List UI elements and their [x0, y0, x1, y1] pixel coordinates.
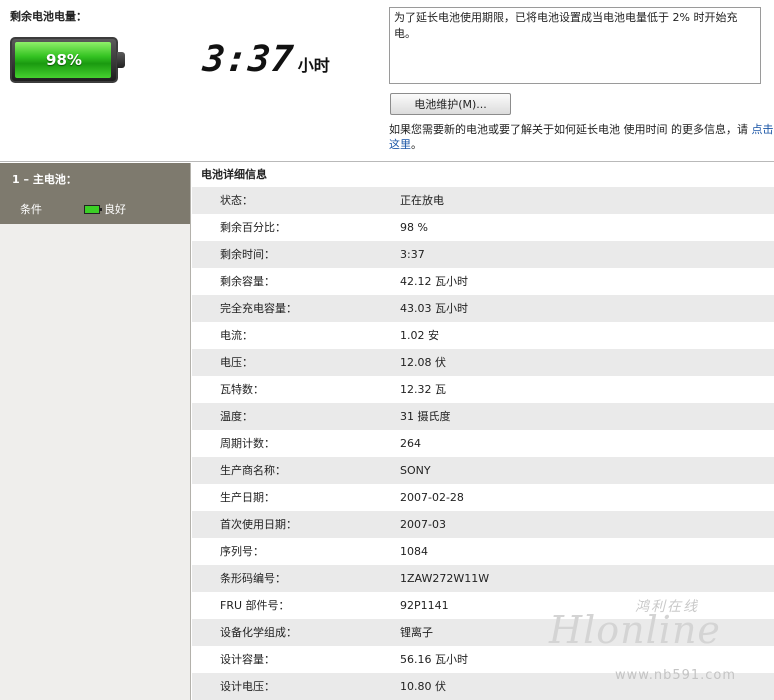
- row-label: 剩余容量：: [220, 275, 275, 288]
- table-row: 剩余容量： 42.12 瓦小时: [192, 268, 774, 295]
- row-value: 3:37: [400, 248, 425, 261]
- remaining-time-unit: 小时: [297, 56, 330, 75]
- row-value: SONY: [400, 464, 431, 477]
- table-row: 设计电压： 10.80 伏: [192, 673, 774, 700]
- battery-info-tail: 。: [411, 138, 422, 151]
- row-value: 1084: [400, 545, 428, 558]
- details-table: 状态： 正在放电剩余百分比： 98 % 剩余时间： 3:37 剩余容量： 42.12 瓦小时…: [192, 187, 774, 700]
- row-value: 42.12 瓦小时: [400, 275, 468, 288]
- table-row: 首次使用日期： 2007-03: [192, 511, 774, 538]
- row-value: 锂离子: [400, 626, 433, 639]
- row-value: 31 摄氏度: [400, 410, 451, 423]
- row-label: FRU 部件号：: [220, 599, 290, 612]
- battery-summary-panel: 剩余电池电量： 98% 3:37 小时 为了延长电池使用期限，已将电池设置成当电…: [0, 0, 774, 162]
- table-row: 设备化学组成： 锂离子: [192, 619, 774, 646]
- remaining-charge-label: 剩余电池电量：: [10, 10, 87, 23]
- table-row: 瓦特数： 12.32 瓦: [192, 376, 774, 403]
- row-label: 条形码编号：: [220, 572, 286, 585]
- row-value: 56.16 瓦小时: [400, 653, 468, 666]
- remaining-time: 3:37 小时: [200, 38, 330, 80]
- row-label: 状态：: [220, 194, 253, 207]
- battery-gauge-icon: 98%: [10, 37, 118, 83]
- row-value: 1ZAW272W11W: [400, 572, 490, 585]
- sidebar-item-main-battery[interactable]: 1 – 主电池： 条件 良好: [0, 163, 190, 224]
- battery-maintenance-button[interactable]: 电池维护(M)...: [390, 93, 511, 115]
- row-label: 设计电压：: [220, 680, 275, 693]
- table-row: 完全充电容量： 43.03 瓦小时: [192, 295, 774, 322]
- row-label: 设计容量：: [220, 653, 275, 666]
- row-value: 10.80 伏: [400, 680, 446, 693]
- row-value: 12.32 瓦: [400, 383, 446, 396]
- table-row: 状态： 正在放电: [192, 187, 774, 214]
- remaining-time-value: 3:37: [200, 39, 296, 80]
- battery-info-body: 如果您需要新的电池或要了解关于如何延长电池 使用时间 的更多信息，请: [389, 123, 752, 136]
- row-label: 设备化学组成：: [220, 626, 297, 639]
- row-value: 92P1141: [400, 599, 449, 612]
- row-label: 瓦特数：: [220, 383, 264, 396]
- row-label: 温度：: [220, 410, 253, 423]
- charge-threshold-notice: 为了延长电池使用期限，已将电池设置成当电池电量低于 2% 时开始充电。: [389, 7, 761, 84]
- row-label: 生产商名称：: [220, 464, 286, 477]
- battery-info-text: 如果您需要新的电池或要了解关于如何延长电池 使用时间 的更多信息，请 点击这里。: [389, 122, 774, 152]
- row-label: 首次使用日期：: [220, 518, 297, 531]
- row-value: 1.02 安: [400, 329, 439, 342]
- battery-list-sidebar: 1 – 主电池： 条件 良好: [0, 163, 191, 700]
- row-label: 剩余时间：: [220, 248, 275, 261]
- table-row: 剩余百分比： 98 %: [192, 214, 774, 241]
- condition-label: 条件: [20, 203, 42, 216]
- row-label: 电压：: [220, 356, 253, 369]
- battery-percent: 98%: [46, 51, 82, 69]
- table-row: FRU 部件号： 92P1141: [192, 592, 774, 619]
- table-row: 生产日期： 2007-02-28: [192, 484, 774, 511]
- table-row: 电流： 1.02 安: [192, 322, 774, 349]
- row-label: 剩余百分比：: [220, 221, 286, 234]
- row-value: 98 %: [400, 221, 428, 234]
- table-row: 生产商名称： SONY: [192, 457, 774, 484]
- table-row: 温度： 31 摄氏度: [192, 403, 774, 430]
- row-label: 生产日期：: [220, 491, 275, 504]
- condition-value: 良好: [104, 203, 126, 216]
- row-value: 2007-03: [400, 518, 446, 531]
- battery-small-icon: [84, 204, 102, 214]
- row-label: 周期计数：: [220, 437, 275, 450]
- table-row: 设计容量： 56.16 瓦小时: [192, 646, 774, 673]
- table-row: 条形码编号： 1ZAW272W11W: [192, 565, 774, 592]
- row-label: 电流：: [220, 329, 253, 342]
- row-label: 完全充电容量：: [220, 302, 297, 315]
- row-value: 12.08 伏: [400, 356, 446, 369]
- battery-details-panel: 电池详细信息 状态： 正在放电剩余百分比： 98 % 剩余时间： 3:37 剩余容量： 42…: [192, 163, 774, 700]
- row-value: 264: [400, 437, 421, 450]
- table-row: 序列号： 1084: [192, 538, 774, 565]
- table-row: 剩余时间： 3:37: [192, 241, 774, 268]
- row-label: 序列号：: [220, 545, 264, 558]
- battery-condition: 条件 良好: [12, 201, 178, 217]
- table-row: 电压： 12.08 伏: [192, 349, 774, 376]
- table-row: 周期计数： 264: [192, 430, 774, 457]
- row-value: 2007-02-28: [400, 491, 464, 504]
- row-value: 正在放电: [400, 194, 444, 207]
- battery-terminal: [117, 52, 125, 68]
- details-title: 电池详细信息: [201, 168, 267, 181]
- row-value: 43.03 瓦小时: [400, 302, 468, 315]
- main-battery-title: 1 – 主电池：: [12, 173, 77, 186]
